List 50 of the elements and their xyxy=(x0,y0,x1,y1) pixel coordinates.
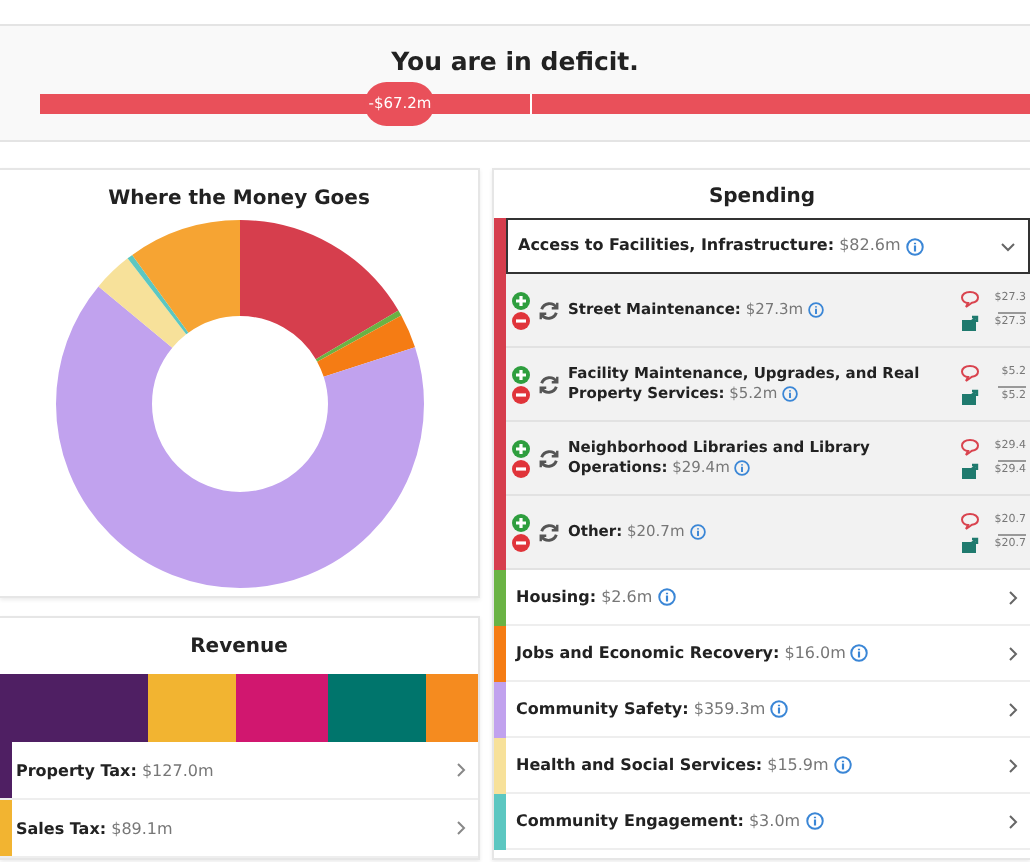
category-header[interactable]: Community Safety: $359.3m xyxy=(506,682,1030,738)
plus-icon[interactable] xyxy=(512,291,530,309)
info-icon[interactable] xyxy=(689,523,706,540)
chevron-icon xyxy=(1000,241,1016,251)
plus-icon[interactable] xyxy=(512,439,530,457)
minus-icon[interactable] xyxy=(512,459,530,477)
minus-icon[interactable] xyxy=(512,533,530,551)
chevron-icon xyxy=(1008,645,1018,661)
chevron-icon xyxy=(1008,757,1018,773)
chevron-icon xyxy=(1008,701,1018,717)
comment-icon[interactable] xyxy=(960,511,980,529)
info-icon[interactable] xyxy=(734,459,751,476)
category-header[interactable]: Jobs and Economic Recovery: $16.0m xyxy=(506,626,1030,682)
chevron-icon xyxy=(456,820,466,836)
minus-icon[interactable] xyxy=(512,311,530,329)
category-header[interactable]: Housing: $2.6m xyxy=(506,570,1030,626)
info-icon[interactable] xyxy=(805,812,824,831)
info-icon[interactable] xyxy=(657,588,676,607)
share-icon[interactable] xyxy=(960,387,980,405)
revenue-title: Revenue xyxy=(188,636,290,658)
minus-icon[interactable] xyxy=(512,385,530,403)
info-icon[interactable] xyxy=(905,237,924,256)
share-icon[interactable] xyxy=(960,313,980,331)
comment-icon[interactable] xyxy=(960,363,980,381)
refresh-icon[interactable] xyxy=(538,521,560,543)
share-icon[interactable] xyxy=(960,461,980,479)
info-icon[interactable] xyxy=(833,756,852,775)
plus-icon[interactable] xyxy=(512,513,530,531)
info-icon[interactable] xyxy=(850,644,869,663)
share-icon[interactable] xyxy=(960,535,980,553)
refresh-icon[interactable] xyxy=(538,373,560,395)
revenue-item[interactable]: Property Tax: $127.0m xyxy=(0,742,478,800)
info-icon[interactable] xyxy=(782,385,799,402)
info-icon[interactable] xyxy=(770,700,789,719)
category-header[interactable]: Access to Facilities, Infrastructure: $82.6m xyxy=(506,218,1030,274)
spending-title: Spending xyxy=(706,184,818,212)
refresh-icon[interactable] xyxy=(538,299,560,321)
category-header[interactable]: Health and Social Services: $15.9m xyxy=(506,738,1030,794)
revenue-item[interactable]: Sales Tax: $89.1m xyxy=(0,800,478,858)
chevron-icon xyxy=(456,762,466,778)
chart-title: Where the Money Goes xyxy=(108,188,370,210)
comment-icon[interactable] xyxy=(960,437,980,455)
comment-icon[interactable] xyxy=(960,289,980,307)
refresh-icon[interactable] xyxy=(538,447,560,469)
info-icon[interactable] xyxy=(808,301,824,318)
deficit-title: You are in deficit. xyxy=(389,46,641,76)
chevron-icon xyxy=(1008,813,1018,829)
category-header[interactable]: Community Engagement: $3.0m xyxy=(506,794,1030,850)
plus-icon[interactable] xyxy=(512,365,530,383)
chevron-icon xyxy=(1008,589,1018,605)
